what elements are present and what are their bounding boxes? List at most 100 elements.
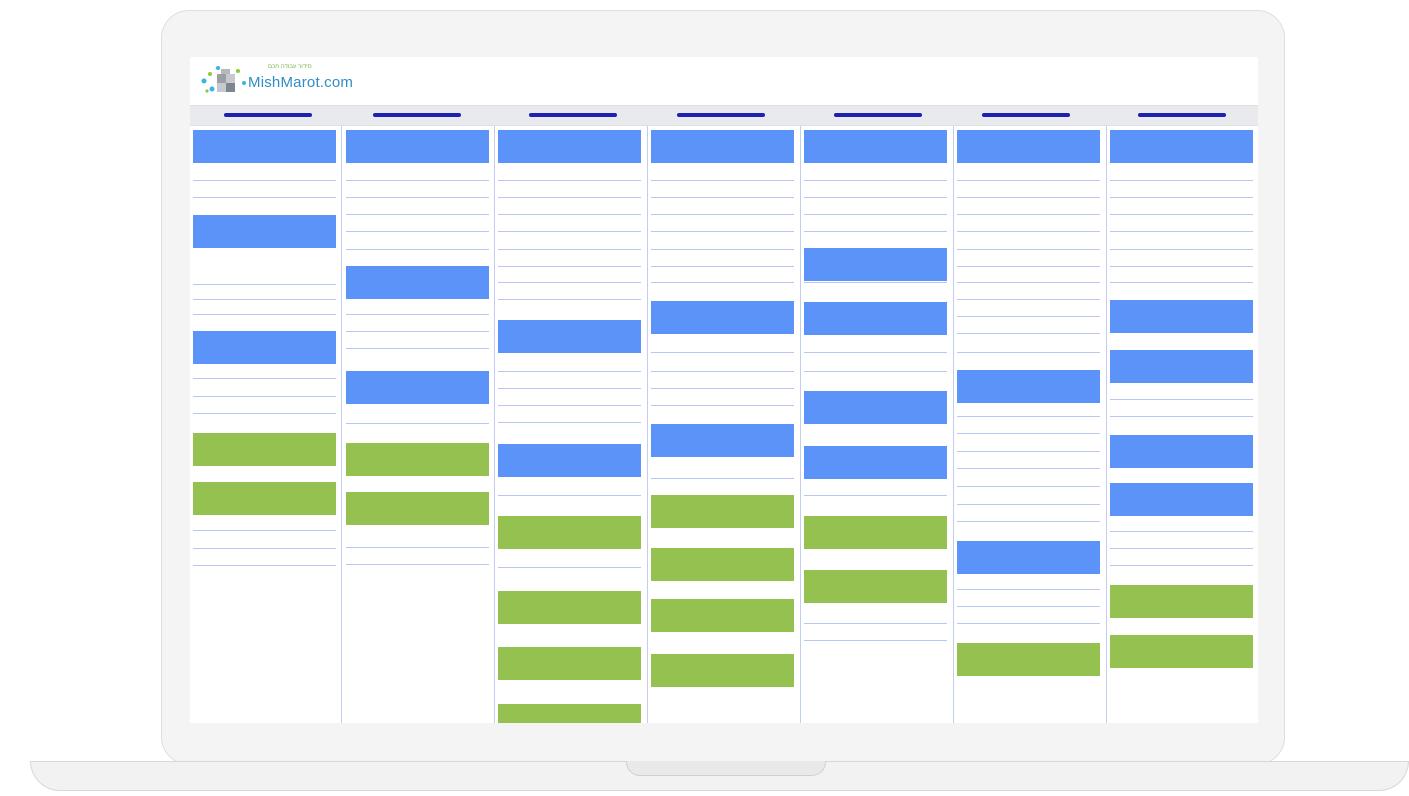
time-slot-line <box>957 352 1100 353</box>
blue-shift-block[interactable] <box>1110 130 1253 163</box>
day-6-tab[interactable] <box>982 113 1070 117</box>
app-screen: סידור עבודה חכם MishMarot.com <box>190 57 1258 723</box>
green-shift-block[interactable] <box>804 516 947 549</box>
time-slot-line <box>957 504 1100 505</box>
day-4-tab[interactable] <box>677 113 765 117</box>
time-slot-line <box>651 388 794 389</box>
time-slot-line <box>346 231 489 232</box>
blue-shift-block[interactable] <box>346 266 489 299</box>
blue-shift-block[interactable] <box>193 331 336 364</box>
blue-shift-block[interactable] <box>804 446 947 479</box>
day-5-tab[interactable] <box>834 113 922 117</box>
blue-shift-block[interactable] <box>346 130 489 163</box>
time-slot-line <box>651 214 794 215</box>
blue-shift-block[interactable] <box>957 541 1100 574</box>
time-slot-line <box>957 282 1100 283</box>
green-shift-block[interactable] <box>193 482 336 515</box>
schedule-grid <box>190 126 1258 723</box>
time-slot-line <box>498 371 641 372</box>
blue-shift-block[interactable] <box>1110 350 1253 383</box>
blue-shift-block[interactable] <box>957 130 1100 163</box>
time-slot-line <box>346 180 489 181</box>
time-slot-line <box>193 299 336 300</box>
day-1-tab[interactable] <box>224 113 312 117</box>
blue-shift-block[interactable] <box>193 130 336 163</box>
time-slot-line <box>193 284 336 285</box>
green-shift-block[interactable] <box>193 433 336 466</box>
green-shift-block[interactable] <box>498 591 641 624</box>
time-slot-line <box>193 378 336 379</box>
blue-shift-block[interactable] <box>804 130 947 163</box>
day-column-6 <box>957 126 1109 723</box>
day-column-4 <box>651 126 803 723</box>
time-slot-line <box>346 331 489 332</box>
time-slot-line <box>957 589 1100 590</box>
green-shift-block[interactable] <box>651 495 794 528</box>
time-slot-line <box>957 521 1100 522</box>
blue-shift-block[interactable] <box>804 391 947 424</box>
day-2-tab[interactable] <box>373 113 461 117</box>
blue-shift-block[interactable] <box>651 130 794 163</box>
logo-text: MishMarot.com <box>248 74 354 91</box>
time-slot-line <box>651 478 794 479</box>
blue-shift-block[interactable] <box>804 302 947 335</box>
logo[interactable]: סידור עבודה חכם MishMarot.com <box>198 61 353 99</box>
time-slot-line <box>193 197 336 198</box>
blue-shift-block[interactable] <box>498 130 641 163</box>
green-shift-block[interactable] <box>651 654 794 687</box>
blue-shift-block[interactable] <box>498 444 641 477</box>
logo-tagline: סידור עבודה חכם <box>268 64 312 70</box>
time-slot-line <box>804 495 947 496</box>
day-column-2 <box>346 126 498 723</box>
time-slot-line <box>1110 531 1253 532</box>
app-header: סידור עבודה חכם MishMarot.com <box>190 57 1258 105</box>
time-slot-line <box>957 299 1100 300</box>
blue-shift-block[interactable] <box>346 371 489 404</box>
blue-shift-block[interactable] <box>957 370 1100 403</box>
time-slot-line <box>1110 399 1253 400</box>
green-shift-block[interactable] <box>498 647 641 680</box>
time-slot-line <box>1110 214 1253 215</box>
green-shift-block[interactable] <box>957 643 1100 676</box>
green-shift-block[interactable] <box>804 570 947 603</box>
time-slot-line <box>957 468 1100 469</box>
blue-shift-block[interactable] <box>1110 483 1253 516</box>
green-shift-block[interactable] <box>498 516 641 549</box>
blue-shift-block[interactable] <box>651 301 794 334</box>
time-slot-line <box>651 266 794 267</box>
time-slot-line <box>804 231 947 232</box>
time-slot-line <box>498 249 641 250</box>
green-shift-block[interactable] <box>651 548 794 581</box>
time-slot-line <box>957 316 1100 317</box>
blue-shift-block[interactable] <box>193 215 336 248</box>
time-slot-line <box>346 314 489 315</box>
blue-shift-block[interactable] <box>804 248 947 281</box>
green-shift-block[interactable] <box>1110 635 1253 668</box>
time-slot-line <box>957 486 1100 487</box>
blue-shift-block[interactable] <box>651 424 794 457</box>
time-slot-line <box>651 231 794 232</box>
blue-shift-block[interactable] <box>1110 300 1253 333</box>
green-shift-block[interactable] <box>651 599 794 632</box>
time-slot-line <box>804 180 947 181</box>
time-slot-line <box>498 282 641 283</box>
time-slot-line <box>193 548 336 549</box>
time-slot-line <box>193 314 336 315</box>
time-slot-line <box>1110 266 1253 267</box>
time-slot-line <box>346 249 489 250</box>
time-slot-line <box>651 352 794 353</box>
day-7-tab[interactable] <box>1138 113 1226 117</box>
blue-shift-block[interactable] <box>498 320 641 353</box>
time-slot-line <box>498 495 641 496</box>
green-shift-block[interactable] <box>346 443 489 476</box>
green-shift-block[interactable] <box>498 704 641 723</box>
time-slot-line <box>957 623 1100 624</box>
green-shift-block[interactable] <box>346 492 489 525</box>
time-slot-line <box>1110 197 1253 198</box>
day-3-tab[interactable] <box>529 113 617 117</box>
time-slot-line <box>804 640 947 641</box>
blue-shift-block[interactable] <box>1110 435 1253 468</box>
time-slot-line <box>193 413 336 414</box>
green-shift-block[interactable] <box>1110 585 1253 618</box>
time-slot-line <box>957 249 1100 250</box>
